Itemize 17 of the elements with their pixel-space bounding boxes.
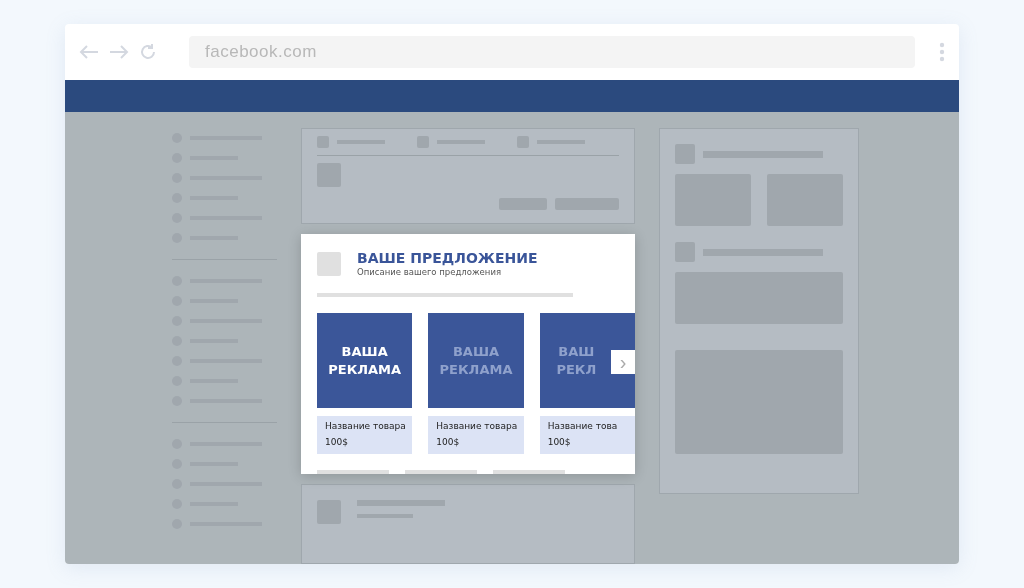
forward-icon[interactable] xyxy=(109,44,129,60)
reload-icon[interactable] xyxy=(139,43,157,61)
back-icon[interactable] xyxy=(79,44,99,60)
ad-description: Описание вашего предложения xyxy=(357,267,503,277)
ad-image[interactable]: ВАША РЕКЛАМА xyxy=(317,313,413,409)
product-name: Название товара xyxy=(436,421,516,432)
menu-icon[interactable] xyxy=(939,42,945,62)
product-name: Название товара xyxy=(325,421,405,432)
product-price: 100$ xyxy=(436,437,461,448)
ad-image[interactable]: ВАША РЕКЛАМА xyxy=(428,313,524,409)
ad-title: ВАШЕ ПРЕДЛОЖЕНИЕ xyxy=(357,250,538,267)
next-button[interactable]: › xyxy=(611,350,635,374)
product-price: 100$ xyxy=(547,437,572,448)
product-price: 100$ xyxy=(325,437,349,448)
address-bar[interactable]: facebook.com xyxy=(189,36,915,68)
logo-placeholder xyxy=(317,251,341,276)
product-name: Название това xyxy=(547,421,619,432)
